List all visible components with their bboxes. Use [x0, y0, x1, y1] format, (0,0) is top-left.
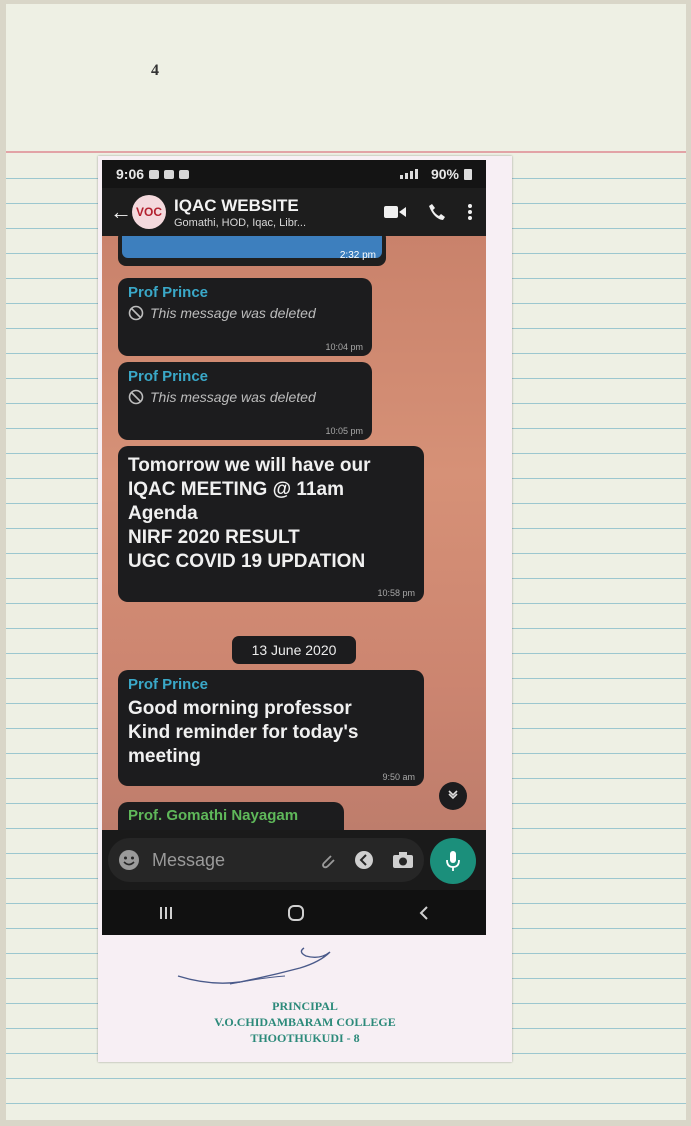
chevron-down-icon — [448, 790, 458, 800]
page-number: 4 — [151, 62, 159, 79]
chat-title-block[interactable]: IQAC WEBSITE Gomathi, HOD, Iqac, Libr... — [174, 196, 384, 229]
sender-name: Prof Prince — [128, 676, 209, 693]
attach-icon[interactable] — [318, 851, 336, 869]
partial-message[interactable]: Prof. Gomathi Nayagam — [118, 802, 344, 830]
notification-icon — [149, 169, 160, 179]
back-nav-icon[interactable] — [418, 905, 430, 921]
phone-screen: 9:06 90% ← VOC IQAC WEBSITE Gomathi, HOD… — [102, 160, 486, 935]
payment-icon[interactable] — [354, 850, 374, 870]
deleted-text: This message was deleted — [150, 389, 316, 405]
principal-signature — [177, 947, 331, 985]
deleted-message[interactable]: Prof Prince This message was deleted 10:… — [118, 278, 372, 356]
blocked-icon — [128, 305, 144, 321]
chat-area[interactable]: 2:32 pm Prof Prince This message was del… — [102, 236, 486, 830]
notification-icon — [179, 169, 190, 179]
message-input[interactable]: Message — [108, 838, 424, 882]
seal-line-3: THOOTHUKUDI - 8 — [250, 1031, 360, 1045]
notebook-page: 4 9:06 90% ← VOC IQAC WEBSITE Gomathi, H… — [6, 4, 686, 1120]
seal-line-2: V.O.CHIDAMBARAM COLLEGE — [214, 1015, 396, 1029]
group-name: IQAC WEBSITE — [174, 195, 299, 215]
message-text: Tomorrow we will have our IQAC MEETING @… — [128, 455, 371, 572]
voice-record-button[interactable] — [430, 838, 476, 884]
back-arrow-icon[interactable]: ← — [110, 199, 132, 225]
deleted-message[interactable]: Prof Prince This message was deleted 10:… — [118, 362, 372, 440]
battery-level: 90% — [430, 166, 459, 182]
sender-name: Prof. Gomathi Nayagam — [128, 807, 299, 824]
voice-call-icon[interactable] — [428, 203, 446, 221]
recent-apps-icon[interactable] — [158, 906, 174, 920]
date-divider: 13 June 2020 — [232, 636, 356, 664]
message-time: 10:04 pm — [325, 342, 363, 352]
group-members: Gomathi, HOD, Iqac, Libr... — [174, 216, 307, 229]
deleted-text: This message was deleted — [150, 305, 316, 321]
message-time: 9:50 am — [382, 772, 415, 782]
seal-line-1: PRINCIPAL — [272, 999, 338, 1013]
signal-icon — [399, 169, 418, 179]
android-nav-bar — [102, 890, 486, 935]
message-placeholder: Message — [152, 849, 226, 870]
message-time: 2:32 pm — [339, 250, 376, 261]
message-time: 10:05 pm — [325, 426, 363, 436]
principal-seal: PRINCIPAL V.O.CHIDAMBARAM COLLEGE THOOTH… — [98, 946, 512, 1062]
microphone-icon — [446, 851, 460, 871]
more-options-icon[interactable] — [468, 203, 472, 221]
message-text: Good morning professor Kind reminder for… — [128, 698, 359, 767]
message-composer: Message — [102, 830, 486, 890]
chat-header: ← VOC IQAC WEBSITE Gomathi, HOD, Iqac, L… — [102, 188, 486, 236]
status-bar: 9:06 90% — [102, 160, 486, 188]
reminder-message[interactable]: Prof Prince Good morning professor Kind … — [118, 670, 424, 786]
sender-name: Prof Prince — [128, 284, 209, 301]
clock: 9:06 — [116, 166, 145, 182]
meeting-announcement-message[interactable]: Tomorrow we will have our IQAC MEETING @… — [118, 446, 424, 602]
battery-icon — [464, 169, 472, 180]
emoji-icon[interactable] — [118, 849, 140, 871]
sender-name: Prof Prince — [128, 368, 209, 385]
video-call-icon[interactable] — [384, 205, 406, 219]
blocked-icon — [128, 389, 144, 405]
screenshot-printout: 9:06 90% ← VOC IQAC WEBSITE Gomathi, HOD… — [98, 156, 512, 1062]
margin-line — [6, 151, 686, 153]
notification-icon — [164, 169, 175, 179]
message-time: 10:58 pm — [377, 588, 415, 598]
scroll-to-bottom-button[interactable] — [439, 782, 467, 810]
home-icon[interactable] — [287, 904, 305, 922]
image-message[interactable]: 2:32 pm — [118, 236, 386, 266]
group-avatar[interactable]: VOC — [132, 195, 166, 229]
camera-icon[interactable] — [392, 851, 414, 869]
